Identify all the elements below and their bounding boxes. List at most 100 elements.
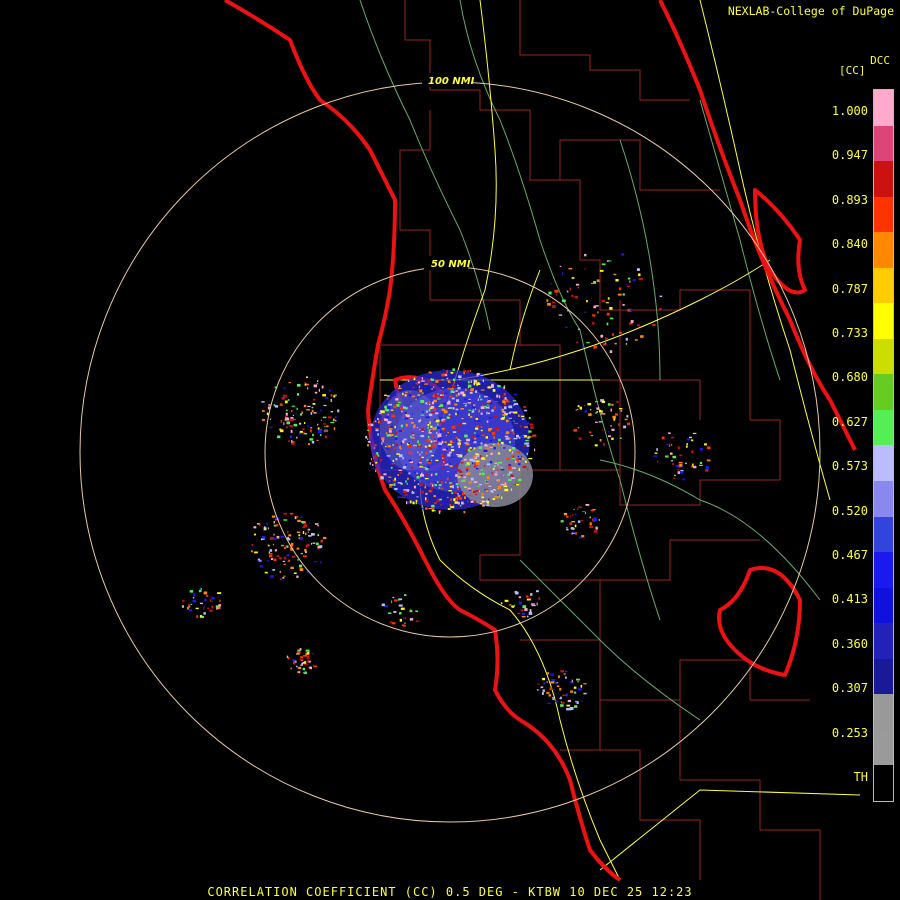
echo-pixel [485, 445, 488, 447]
echo-pixel [619, 331, 622, 334]
echo-pixel [490, 387, 492, 389]
echo-pixel [452, 368, 455, 371]
echo-pixel [272, 569, 276, 571]
echo-pixel [460, 408, 464, 410]
echo-pixel [280, 544, 285, 547]
echo-pixel [446, 401, 451, 405]
echo-pixel [394, 437, 398, 440]
echo-pixel [434, 446, 436, 448]
echo-pixel [503, 386, 505, 389]
echo-pixel [217, 592, 222, 594]
echo-pixel [502, 417, 505, 419]
echo-pixel [580, 684, 583, 688]
echo-pixel [399, 407, 403, 410]
echo-pixel [457, 487, 459, 490]
echo-pixel [305, 649, 310, 652]
echo-pixel [529, 423, 534, 426]
credit-label: NEXLAB-College of DuPage [727, 4, 894, 18]
echo-pixel [486, 401, 490, 403]
legend-label: TH [853, 770, 868, 784]
echo-pixel [668, 432, 671, 435]
echo-pixel [534, 448, 536, 452]
echo-pixel [390, 621, 392, 623]
echo-pixel [218, 604, 222, 607]
echo-pixel [464, 398, 467, 401]
echo-pixel [383, 444, 385, 447]
echo-pixel [595, 526, 598, 530]
echo-pixel [428, 489, 432, 493]
echo-pixel [521, 415, 525, 418]
echo-pixel [415, 499, 417, 503]
echo-pixel [581, 700, 583, 702]
echo-pixel [280, 429, 284, 433]
echo-pixel [640, 335, 644, 338]
echo-pixel [485, 480, 488, 483]
echo-pixel [457, 407, 459, 409]
echo-pixel [457, 501, 460, 505]
echo-pixel [497, 488, 500, 490]
echo-pixel [427, 424, 430, 426]
echo-pixel [306, 376, 308, 378]
echo-pixel [458, 375, 462, 378]
echo-pixel [612, 415, 616, 419]
echo-pixel [283, 512, 287, 515]
echo-pixel [575, 701, 577, 705]
echo-pixel [622, 293, 625, 296]
echo-pixel [372, 450, 376, 453]
echo-pixel [450, 446, 454, 448]
echo-pixel [372, 467, 377, 469]
echo-pixel [391, 600, 393, 604]
echo-pixel [618, 287, 622, 291]
echo-pixel [559, 688, 562, 691]
echo-pixel [447, 496, 449, 498]
echo-pixel [491, 409, 494, 412]
echo-pixel [290, 566, 294, 569]
echo-pixel [685, 462, 687, 465]
echo-pixel [431, 504, 435, 508]
echo-pixel [576, 341, 578, 343]
echo-pixel [402, 415, 405, 418]
echo-pixel [320, 419, 322, 422]
echo-pixel [456, 469, 461, 472]
echo-pixel [615, 279, 619, 282]
echo-pixel [291, 405, 296, 407]
echo-pixel [400, 496, 404, 498]
echo-pixel [526, 452, 529, 456]
echo-pixel [575, 409, 577, 411]
echo-pixel [559, 697, 561, 700]
echo-pixel [481, 492, 484, 496]
echo-pixel [430, 411, 435, 414]
echo-pixel [457, 443, 460, 446]
echo-pixel [455, 474, 458, 477]
echo-pixel [411, 436, 415, 439]
echo-pixel [546, 299, 549, 302]
echo-pixel [584, 253, 587, 257]
echo-pixel [378, 474, 380, 477]
echo-pixel [610, 424, 612, 427]
echo-pixel [574, 513, 577, 516]
echo-pixel [490, 407, 492, 409]
echo-pixel [384, 394, 387, 396]
echo-pixel [473, 404, 476, 407]
echo-pixel [285, 409, 288, 411]
echo-pixel [473, 432, 476, 434]
echo-pixel [492, 468, 495, 470]
echo-pixel [312, 433, 314, 437]
echo-pixel [656, 448, 658, 451]
echo-pixel [597, 311, 599, 314]
echo-pixel [699, 447, 703, 451]
echo-pixel [518, 478, 522, 482]
echo-pixel [503, 485, 508, 487]
echo-pixel [428, 481, 430, 483]
echo-pixel [300, 656, 304, 658]
echo-pixel [522, 465, 527, 469]
echo-pixel [441, 392, 444, 395]
echo-pixel [494, 496, 499, 499]
echo-pixel [686, 438, 690, 441]
echo-pixel [418, 385, 421, 389]
echo-pixel [409, 618, 414, 621]
echo-pixel [409, 391, 411, 393]
echo-pixel [305, 551, 307, 554]
echo-pixel [571, 277, 575, 279]
echo-pixel [316, 383, 319, 385]
